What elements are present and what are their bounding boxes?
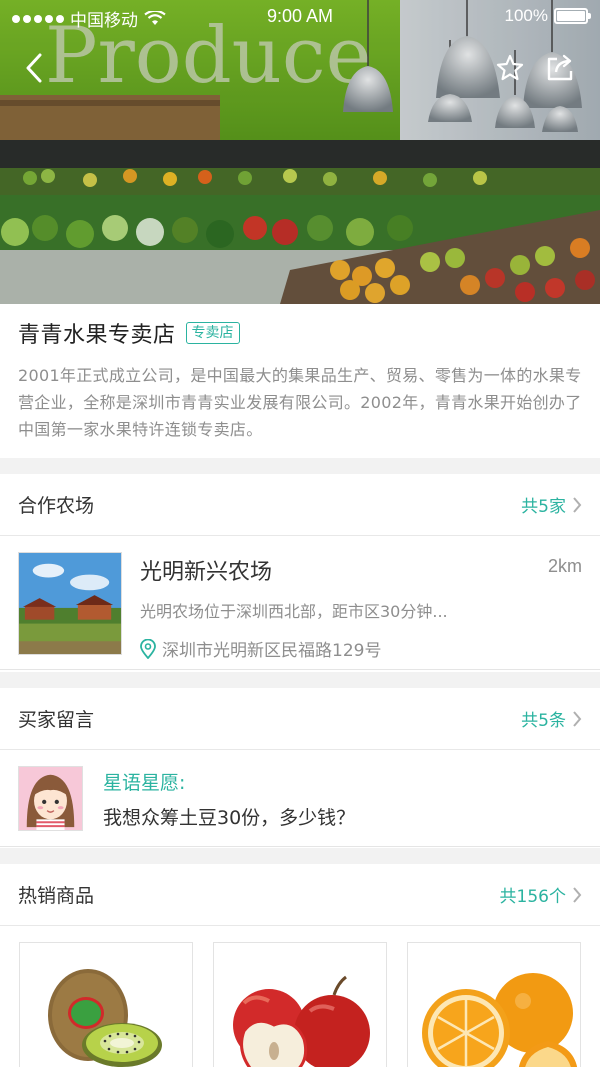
partner-farms-header: 合作农场 共5家 (0, 474, 600, 536)
product-card-kiwi[interactable] (19, 942, 193, 1067)
farm-list-item[interactable]: 光明新兴农场 2km 光明农场位于深圳西北部，距市区30分钟... 深圳市光明新… (0, 536, 600, 670)
farm-address-row: 深圳市光明新区民福路129号 (140, 636, 582, 661)
farms-more-link[interactable]: 共5家 (521, 492, 582, 517)
farm-thumbnail (18, 552, 122, 655)
store-name: 青青水果专卖店 (18, 323, 176, 348)
battery-percentage: 100% (504, 6, 548, 25)
status-bar: 中国移动 9:00 AM 100% (0, 0, 600, 34)
product-card-orange[interactable] (407, 942, 581, 1067)
buyer-messages-header: 买家留言 共5条 (0, 688, 600, 750)
star-outline-icon (496, 54, 524, 81)
back-button[interactable] (12, 46, 56, 90)
farm-name: 光明新兴农场 (140, 560, 273, 585)
avatar (18, 766, 83, 831)
store-type-badge: 专卖店 (185, 322, 240, 344)
chevron-right-icon (573, 710, 582, 727)
farm-info: 光明新兴农场 2km 光明农场位于深圳西北部，距市区30分钟... 深圳市光明新… (140, 552, 582, 661)
products-count: 共156个 (499, 887, 566, 907)
chevron-left-icon (26, 53, 42, 83)
farm-description: 光明农场位于深圳西北部，距市区30分钟... (140, 602, 448, 621)
share-icon (547, 54, 573, 81)
section-title: 合作农场 (18, 495, 95, 517)
message-list-item[interactable]: 星语星愿: 我想众筹土豆30份，多少钱？ (0, 750, 600, 847)
message-username: 星语星愿: (103, 772, 186, 794)
section-title: 热销商品 (18, 885, 95, 907)
hot-products-header: 热销商品 共156个 (0, 864, 600, 926)
kiwi-icon (48, 969, 162, 1067)
store-title-row: 青青水果专卖店 专卖店 (18, 318, 582, 348)
store-hero-image: Produce 中国移动 9:00 AM 100% (0, 0, 600, 304)
farms-count: 共5家 (521, 497, 566, 517)
battery-icon (554, 8, 591, 24)
buyer-messages-section: 买家留言 共5条 星语星愿: 我想众筹土豆30份，多少钱？ (0, 688, 600, 848)
message-text: 我想众筹土豆30份，多少钱？ (103, 807, 356, 829)
messages-more-link[interactable]: 共5条 (521, 706, 582, 731)
product-list (0, 926, 600, 1067)
share-button[interactable] (538, 46, 582, 90)
apple-icon (233, 975, 370, 1067)
location-pin-icon (140, 638, 156, 659)
farm-distance: 2km (547, 556, 582, 576)
section-title: 买家留言 (18, 709, 95, 731)
partner-farms-section: 合作农场 共5家 光明新兴农场 2km 光明农场位于深圳西北部，距市区30分钟.… (0, 474, 600, 672)
chevron-right-icon (573, 496, 582, 513)
store-info-card: 青青水果专卖店 专卖店 2001年正式成立公司，是中国最大的集果品生产、贸易、零… (0, 304, 600, 458)
store-description: 2001年正式成立公司，是中国最大的集果品生产、贸易、零售为一体的水果专营企业，… (18, 366, 582, 439)
orange-icon (422, 973, 578, 1067)
chevron-right-icon (573, 886, 582, 903)
products-more-link[interactable]: 共156个 (500, 882, 582, 907)
hot-products-section: 热销商品 共156个 (0, 864, 600, 1067)
message-body: 星语星愿: 我想众筹土豆30份，多少钱？ (103, 766, 582, 830)
farm-address: 深圳市光明新区民福路129号 (162, 641, 382, 661)
messages-count: 共5条 (521, 711, 566, 731)
favorite-button[interactable] (488, 46, 532, 90)
product-card-apple[interactable] (213, 942, 387, 1067)
